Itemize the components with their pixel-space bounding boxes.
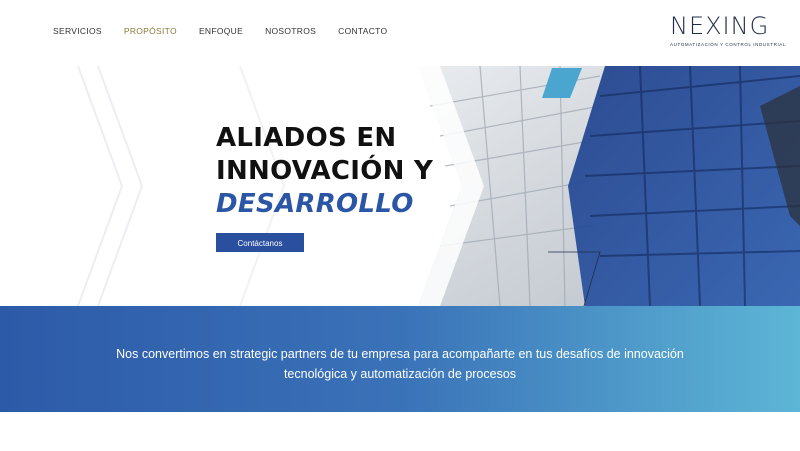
nav-item-proposito[interactable]: PROPÓSITO xyxy=(124,26,177,36)
hero-heading: ALIADOS EN INNOVACIÓN Y DESARROLLO xyxy=(216,122,433,221)
nexing-logo[interactable]: NEXING AUTOMATIZACIÓN Y CONTROL INDUSTRI… xyxy=(670,12,785,52)
logo-tagline: AUTOMATIZACIÓN Y CONTROL INDUSTRIAL xyxy=(670,42,787,47)
nav-item-contacto[interactable]: CONTACTO xyxy=(338,26,387,36)
hero-heading-line1: ALIADOS EN xyxy=(216,123,397,153)
nav-item-nosotros[interactable]: NOSOTROS xyxy=(265,26,316,36)
logo-wordmark: NEXING xyxy=(670,12,770,40)
hero-heading-line2: INNOVACIÓN Y xyxy=(216,156,434,186)
hero-section: ALIADOS EN INNOVACIÓN Y DESARROLLO Contá… xyxy=(0,66,800,306)
top-navigation: SERVICIOS PROPÓSITO ENFOQUE NOSOTROS CON… xyxy=(0,0,800,66)
nav-item-enfoque[interactable]: ENFOQUE xyxy=(199,26,243,36)
nav-item-servicios[interactable]: SERVICIOS xyxy=(53,26,102,36)
contact-button[interactable]: Contáctanos xyxy=(216,233,304,252)
value-proposition-text: Nos convertimos en strategic partners de… xyxy=(116,347,684,381)
hero-heading-accent: DESARROLLO xyxy=(216,189,414,219)
value-proposition-band: Nos convertimos en strategic partners de… xyxy=(0,306,800,412)
nav-links: SERVICIOS PROPÓSITO ENFOQUE NOSOTROS CON… xyxy=(53,26,387,36)
